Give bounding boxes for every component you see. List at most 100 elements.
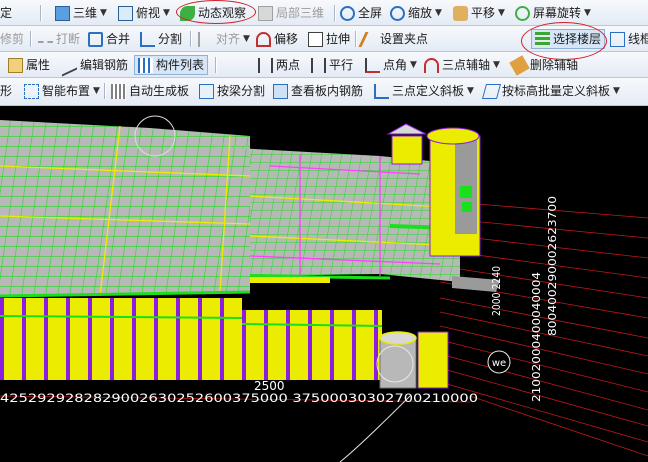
- chevron-down-icon[interactable]: ▼: [100, 3, 107, 23]
- wireframe-label: 线框: [628, 32, 648, 46]
- dynamic-observe-button[interactable]: 动态观察: [180, 3, 246, 23]
- stair-core: [417, 331, 449, 389]
- slope-axis-icon: [374, 83, 389, 99]
- delete-axis-button[interactable]: 删除辅轴: [509, 54, 579, 76]
- parallel-button[interactable]: 平行: [311, 55, 353, 75]
- property-icon: [8, 57, 23, 73]
- three-point-slope-button[interactable]: 三点定义斜板 ▼: [374, 81, 474, 101]
- split-icon: [140, 31, 155, 47]
- shape-partial-button[interactable]: 形: [0, 81, 12, 101]
- property-button[interactable]: 属性: [8, 55, 50, 75]
- auto-slab-label: 自动生成板: [129, 84, 190, 98]
- pan-button[interactable]: 平移 ▼: [453, 3, 505, 23]
- fullscreen-label: 全屏: [358, 6, 383, 20]
- chevron-down-icon[interactable]: ▼: [435, 3, 442, 23]
- eraser-icon: [509, 54, 530, 76]
- front-wall-left: [0, 298, 242, 380]
- two-point-axis-icon: [258, 57, 273, 73]
- dimension-column-upper: 800400290002623700: [546, 196, 559, 336]
- edge-marker: [462, 202, 472, 212]
- top-view-button[interactable]: 俯视 ▼: [118, 3, 170, 23]
- toolbar-component: 属性 编辑钢筋 构件列表 两点 平行 点角 ▼ 三点辅轴 ▼ 删除辅轴: [0, 52, 648, 78]
- dimension-column-lower: 21002000400040004: [530, 272, 543, 402]
- set-grip-button[interactable]: 设置夹点: [358, 29, 429, 49]
- cylinder-top: [379, 331, 417, 345]
- component-list-label: 构件列表: [156, 58, 205, 72]
- smart-layout-label: 智能布置: [42, 84, 91, 98]
- magnifier-icon: [390, 5, 405, 21]
- view-3d-label: 三维: [73, 6, 98, 20]
- zoom-fit-icon: [340, 5, 355, 21]
- split-label: 分割: [158, 32, 183, 46]
- chevron-down-icon[interactable]: ▼: [93, 81, 100, 101]
- grip-pen-icon: [358, 31, 381, 47]
- point-angle-button[interactable]: 点角 ▼: [365, 55, 417, 75]
- dynamic-observe-label: 动态观察: [198, 6, 247, 20]
- split-button[interactable]: 分割: [140, 29, 182, 49]
- three-point-axis-button[interactable]: 三点辅轴 ▼: [424, 55, 500, 75]
- set-grip-label: 设置夹点: [380, 32, 429, 46]
- top-view-icon: [118, 5, 133, 21]
- view-slab-rebar-button[interactable]: 查看板内钢筋: [273, 81, 363, 101]
- select-floor-button[interactable]: 选择楼层: [531, 29, 606, 49]
- chevron-down-icon[interactable]: ▼: [613, 81, 620, 101]
- chevron-down-icon[interactable]: ▼: [163, 3, 170, 23]
- component-list-button[interactable]: 构件列表: [134, 55, 209, 75]
- smart-layout-button[interactable]: 智能布置 ▼: [24, 81, 100, 101]
- three-point-axis-label: 三点辅轴: [442, 58, 491, 72]
- separator: [104, 83, 106, 99]
- cube-3d-icon: [55, 5, 70, 21]
- toolbar-slab: 形 智能布置 ▼ 自动生成板 按梁分割 查看板内钢筋 三点定义斜板 ▼ 按标高批量定…: [0, 78, 648, 106]
- toolbar-view: 定 三维 ▼ 俯视 ▼ 动态观察 局部三维 全屏 缩放 ▼ 平移 ▼ 屏幕旋转 ▼: [0, 0, 648, 26]
- stretch-button[interactable]: 拉伸: [308, 29, 350, 49]
- break-button[interactable]: 打断: [38, 29, 80, 49]
- toolbar-edit: 修剪 打断 合并 分割 对齐 ▼ 偏移 拉伸 设置夹点 选择楼层 线框: [0, 26, 648, 52]
- shaft-cylinder: [455, 134, 477, 234]
- point-angle-label: 点角: [383, 58, 408, 72]
- two-point-button[interactable]: 两点: [258, 55, 300, 75]
- rotate-icon: [515, 5, 530, 21]
- zoom-button[interactable]: 缩放 ▼: [390, 3, 442, 23]
- wireframe-button[interactable]: 线框: [610, 29, 648, 49]
- merge-button[interactable]: 合并: [88, 29, 130, 49]
- merge-icon: [88, 31, 103, 47]
- chevron-down-icon[interactable]: ▼: [584, 3, 591, 23]
- top-view-label: 俯视: [136, 6, 161, 20]
- edit-rebar-button[interactable]: 编辑钢筋: [62, 54, 128, 76]
- split-by-beam-button[interactable]: 按梁分割: [199, 81, 265, 101]
- offset-button[interactable]: 偏移: [256, 29, 298, 49]
- screen-rotate-button[interactable]: 屏幕旋转 ▼: [515, 3, 591, 23]
- view-3d-button[interactable]: 三维 ▼: [55, 3, 107, 23]
- model-viewport[interactable]: we 2500 4252929282829002630252600375000 …: [0, 106, 648, 462]
- chevron-down-icon[interactable]: ▼: [498, 3, 505, 23]
- auto-slab-button[interactable]: 自动生成板: [111, 81, 189, 101]
- cylinder-tower: [379, 337, 417, 389]
- dimension-row-bottom: 4252929282829002630252600375000 37500030…: [0, 391, 478, 405]
- toolbar1-partial-item[interactable]: 定: [0, 3, 12, 23]
- two-point-label: 两点: [276, 58, 301, 72]
- split-by-beam-label: 按梁分割: [217, 84, 266, 98]
- local-3d-label: 局部三维: [276, 6, 325, 20]
- chevron-down-icon[interactable]: ▼: [493, 55, 500, 75]
- local-3d-button[interactable]: 局部三维: [258, 3, 324, 23]
- batch-slope-button[interactable]: 按标高批量定义斜板 ▼: [481, 81, 620, 101]
- edge-marker: [460, 186, 472, 198]
- align-label: 对齐: [216, 32, 241, 46]
- wireframe-icon: [610, 31, 625, 47]
- fullscreen-button[interactable]: 全屏: [340, 3, 382, 23]
- chevron-down-icon[interactable]: ▼: [410, 55, 417, 75]
- align-icon: [198, 31, 213, 47]
- chevron-down-icon[interactable]: ▼: [467, 81, 474, 101]
- delete-axis-label: 删除辅轴: [530, 58, 579, 72]
- batch-slope-label: 按标高批量定义斜板: [502, 84, 611, 98]
- view-slab-rebar-label: 查看板内钢筋: [291, 84, 364, 98]
- separator: [215, 57, 217, 73]
- align-button[interactable]: 对齐 ▼: [198, 29, 250, 49]
- chevron-down-icon[interactable]: ▼: [243, 29, 250, 49]
- separator: [190, 31, 192, 47]
- separator: [334, 5, 336, 21]
- separator: [40, 5, 42, 21]
- trim-button[interactable]: 修剪: [0, 29, 24, 49]
- three-point-axis-icon: [424, 57, 439, 73]
- offset-icon: [256, 31, 271, 47]
